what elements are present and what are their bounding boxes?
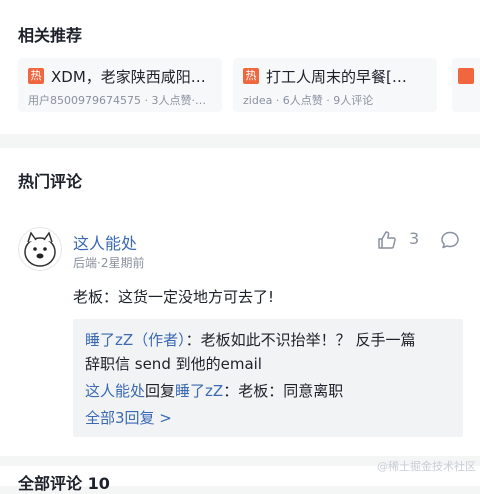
recommend-title: 相关推荐 — [18, 26, 83, 45]
thumbs-up-icon[interactable] — [377, 230, 397, 250]
comment-text: 老板：这货一定没地方可去了! — [73, 288, 275, 306]
recommend-item[interactable]: 热 打工人周末的早餐[… zidea · 6人点赞 · 9人评论 — [233, 58, 437, 112]
reply-item: 睡了zZ（作者）：老板如此不识抬举！？ 反手一篇 — [85, 329, 415, 350]
reply-separator: ： — [223, 382, 239, 400]
recommend-item-meta: zidea · 6人点赞 · 9人评论 — [243, 94, 374, 107]
reply-verb: 回复 — [145, 382, 176, 400]
recommend-item[interactable]: 热 XDM，老家陕西咸阳… 用户8500979674575 · 3人点赞·… — [18, 58, 222, 112]
recommend-item-title: 打工人周末的早餐[… — [266, 68, 407, 86]
reply-text: 老板：同意离职 — [238, 382, 344, 400]
all-comments-title: 全部评论 10 — [18, 474, 110, 493]
recommend-item-title: XDM，老家陕西咸阳… — [51, 68, 206, 86]
reply-author[interactable]: 睡了zZ（作者） — [85, 331, 186, 349]
hot-badge — [458, 68, 474, 84]
all-replies-link[interactable]: 全部3回复 > — [85, 407, 172, 428]
like-count: 3 — [409, 229, 420, 248]
avatar[interactable] — [18, 227, 62, 271]
comment-author[interactable]: 这人能处 — [73, 230, 137, 254]
reply-author[interactable]: 这人能处 — [85, 382, 145, 400]
watermark: @稀土掘金技术社区 — [377, 460, 476, 473]
recommend-item-partial[interactable] — [452, 58, 480, 112]
doge-avatar-icon — [24, 231, 56, 267]
reply-box: 睡了zZ（作者）：老板如此不识抬举！？ 反手一篇 辞职信 send 到他的ema… — [73, 319, 463, 437]
comment-icon[interactable] — [440, 230, 460, 250]
hot-badge: 热 — [28, 68, 44, 84]
hot-comments-title: 热门评论 — [18, 172, 83, 191]
reply-separator: ： — [185, 331, 201, 349]
recommend-section: 相关推荐 热 XDM，老家陕西咸阳… 用户8500979674575 · 3人点… — [0, 0, 480, 134]
hot-badge: 热 — [243, 68, 259, 84]
reply-text-continued: 辞职信 send 到他的email — [85, 355, 262, 373]
comment-meta: 后端·2星期前 — [73, 256, 145, 270]
reply-item: 这人能处回复睡了zZ：老板：同意离职 — [85, 380, 343, 401]
reply-text: 老板如此不识抬举！？ 反手一篇 — [200, 331, 416, 349]
reply-target[interactable]: 睡了zZ — [175, 382, 223, 400]
recommend-item-meta: 用户8500979674575 · 3人点赞·… — [28, 94, 206, 107]
